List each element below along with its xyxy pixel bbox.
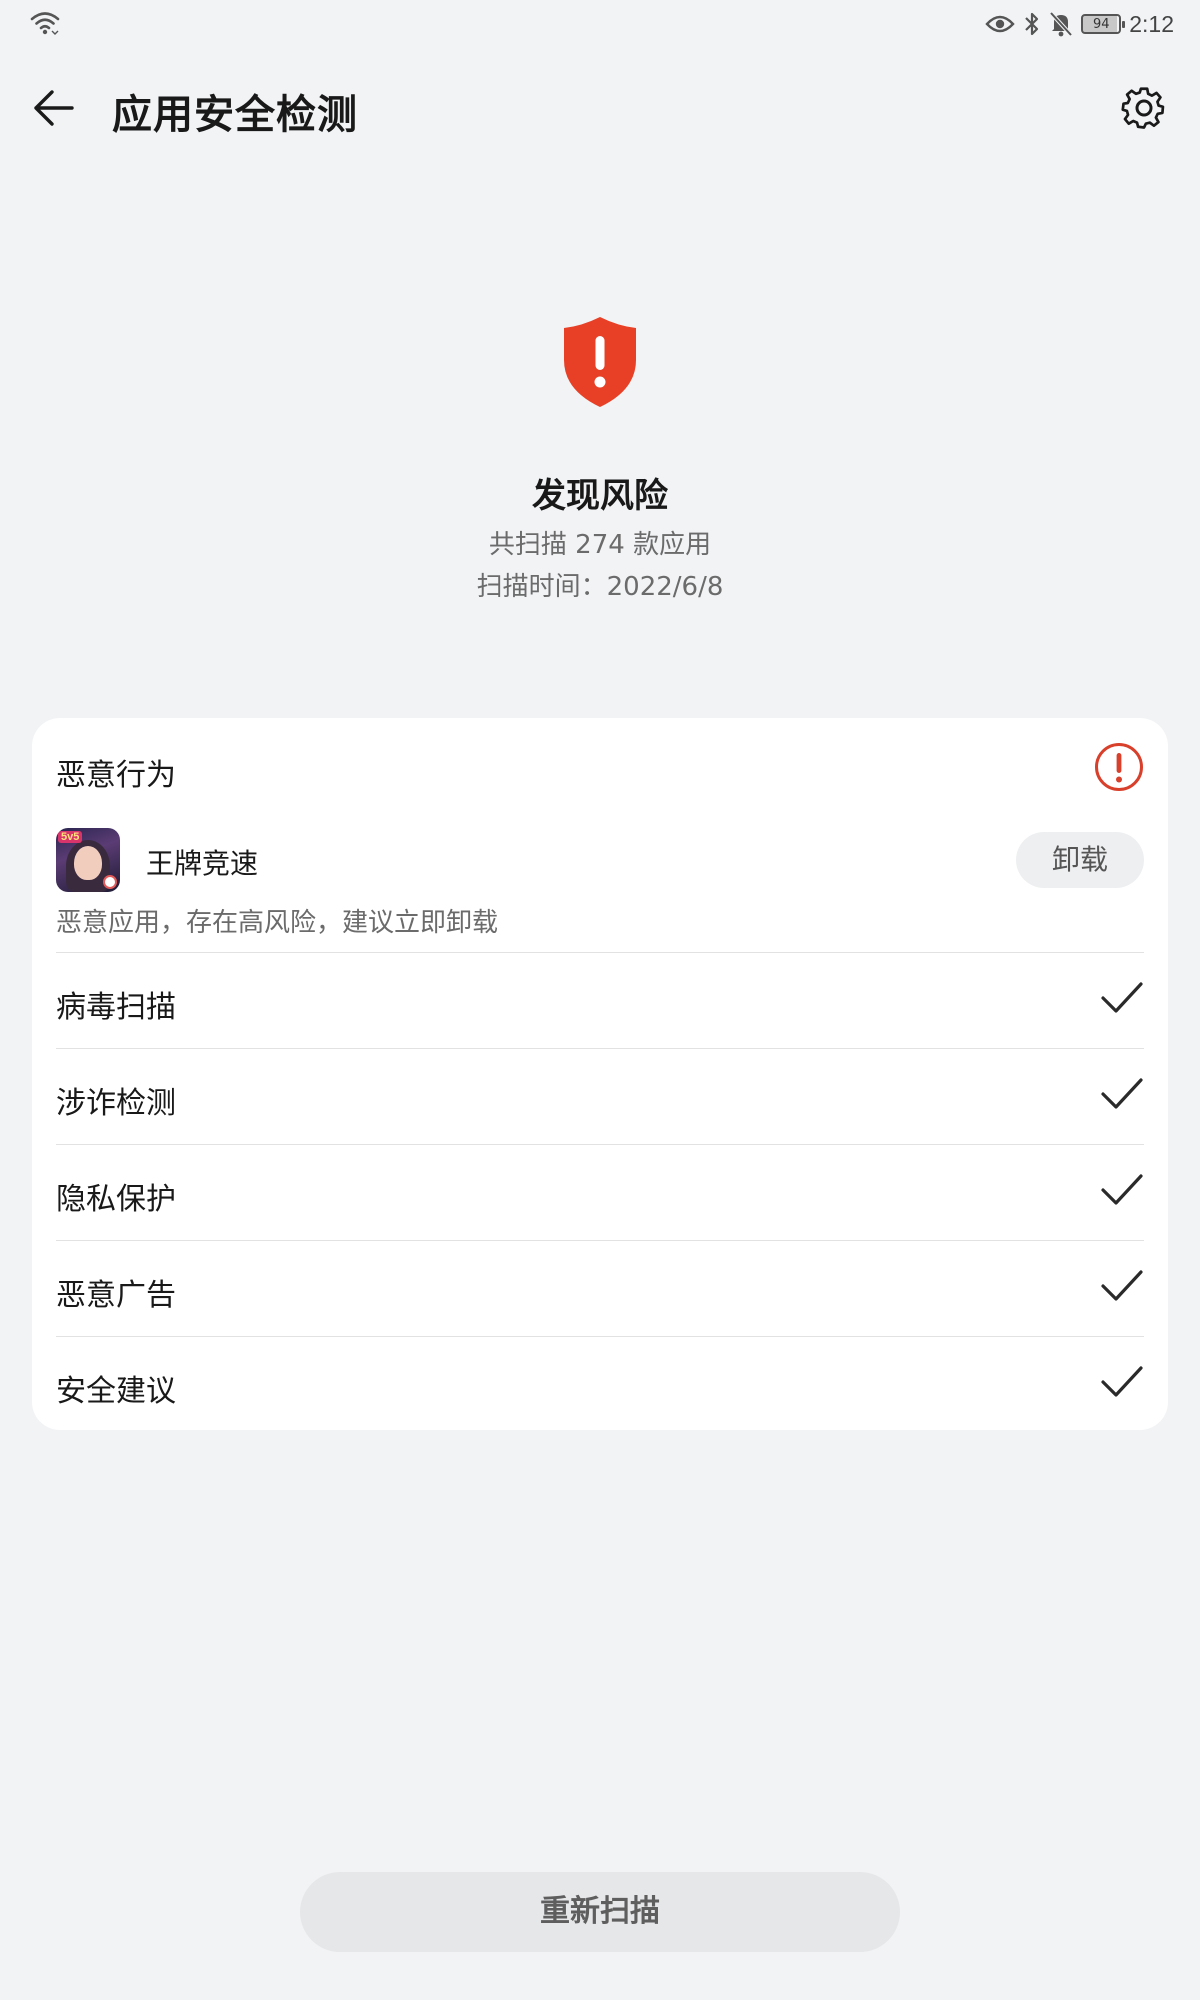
check-row-virus-scan: 病毒扫描 xyxy=(56,952,1144,1048)
app-bar: 应用安全检测 xyxy=(0,60,1200,152)
check-row-fraud-detection: 涉诈检测 xyxy=(56,1048,1144,1144)
status-icons: 94 2:12 xyxy=(985,8,1174,40)
app-icon: 5v5 xyxy=(56,828,120,892)
malicious-behavior-header: 恶意行为 xyxy=(56,742,1144,794)
scan-count-text: 共扫描 274 款应用 xyxy=(488,530,712,560)
mute-bell-icon xyxy=(1049,11,1073,37)
risky-app-row: 5v5 王牌竞速 卸载 xyxy=(56,828,1144,892)
risk-status-title: 发现风险 xyxy=(532,476,668,516)
shield-alert-icon xyxy=(564,317,636,407)
check-row-privacy-protection: 隐私保护 xyxy=(56,1144,1144,1240)
eye-icon xyxy=(985,15,1015,33)
uninstall-button[interactable]: 卸载 xyxy=(1016,832,1144,888)
check-label: 隐私保护 xyxy=(56,1182,176,1217)
battery-icon: 94 xyxy=(1081,14,1126,34)
clock: 2:12 xyxy=(1129,10,1174,37)
bluetooth-icon xyxy=(1025,12,1039,36)
check-row-malicious-ads: 恶意广告 xyxy=(56,1240,1144,1336)
check-label: 涉诈检测 xyxy=(56,1086,176,1121)
settings-button[interactable] xyxy=(1116,80,1172,136)
check-label: 恶意广告 xyxy=(56,1278,176,1313)
app-icon-face xyxy=(74,846,102,880)
check-icon xyxy=(1101,1270,1143,1301)
gear-icon xyxy=(1121,87,1165,129)
scan-results-card: 恶意行为 5v5 王牌竞速 卸载 恶意应用，存在高风险，建议立即卸载 病毒扫描 … xyxy=(32,718,1168,1430)
check-icon xyxy=(1101,1174,1143,1205)
app-icon-badge: 5v5 xyxy=(58,831,83,843)
battery-level: 94 xyxy=(1092,16,1110,32)
wifi-icon xyxy=(30,12,60,35)
page-title: 应用安全检测 xyxy=(112,92,358,138)
check-icon xyxy=(1101,982,1143,1013)
check-row-security-advice: 安全建议 xyxy=(56,1336,1144,1432)
scan-time-text: 扫描时间：2022/6/8 xyxy=(476,572,724,602)
check-label: 病毒扫描 xyxy=(56,990,176,1025)
rescan-button[interactable]: 重新扫描 xyxy=(300,1872,900,1952)
app-icon-logo xyxy=(103,875,117,889)
risk-note: 恶意应用，存在高风险，建议立即卸载 xyxy=(56,908,499,938)
check-icon xyxy=(1101,1366,1143,1397)
malicious-behavior-title: 恶意行为 xyxy=(56,758,176,793)
back-button[interactable] xyxy=(26,80,82,136)
status-bar: 94 2:12 xyxy=(0,0,1200,48)
check-label: 安全建议 xyxy=(56,1374,176,1409)
alert-circle-icon xyxy=(1095,743,1143,791)
back-arrow-icon xyxy=(34,90,74,126)
check-icon xyxy=(1101,1078,1143,1109)
app-name: 王牌竞速 xyxy=(146,847,259,880)
